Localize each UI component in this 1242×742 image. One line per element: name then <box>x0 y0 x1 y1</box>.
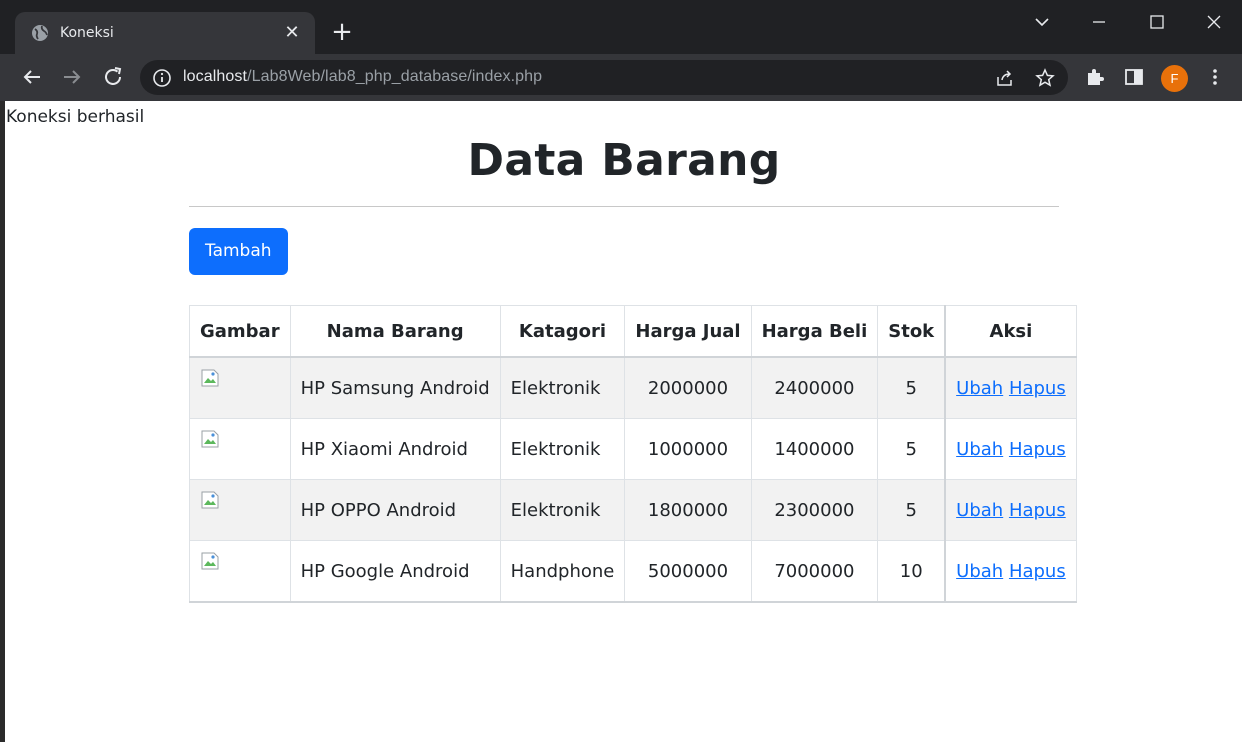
table-row: HP Samsung Android Elektronik 2000000 24… <box>189 356 1077 419</box>
cell-aksi: Ubah Hapus <box>944 356 1077 419</box>
items-table: Gambar Nama Barang Katagori Harga Jual H… <box>189 305 1077 603</box>
delete-link[interactable]: Hapus <box>1009 561 1066 582</box>
table-row: HP OPPO Android Elektronik 1800000 23000… <box>189 479 1077 541</box>
cell-harga-jual: 1800000 <box>624 479 752 541</box>
extensions-puzzle-icon[interactable] <box>1084 66 1106 88</box>
header-aksi: Aksi <box>944 305 1077 358</box>
kebab-menu-icon[interactable] <box>1204 66 1226 88</box>
cell-aksi: Ubah Hapus <box>944 540 1077 603</box>
image-cell <box>189 540 291 603</box>
cell-stok: 5 <box>877 356 946 419</box>
cell-stok: 10 <box>877 540 946 603</box>
minimize-icon[interactable] <box>1087 10 1111 34</box>
tab-search-chevron-icon[interactable] <box>1030 10 1054 34</box>
url-host: localhost <box>183 68 248 85</box>
cell-nama: HP Xiaomi Android <box>289 418 501 480</box>
cell-kategori: Elektronik <box>499 418 626 480</box>
cell-stok: 5 <box>877 479 946 541</box>
header-harga-jual: Harga Jual <box>624 305 752 358</box>
table-row: HP Google Android Handphone 5000000 7000… <box>189 540 1077 603</box>
header-stok: Stok <box>877 305 946 358</box>
globe-icon <box>32 25 48 41</box>
back-arrow-icon[interactable] <box>20 65 44 89</box>
cell-harga-jual: 1000000 <box>624 418 752 480</box>
tab-close-icon[interactable]: ✕ <box>283 24 301 42</box>
cell-aksi: Ubah Hapus <box>944 418 1077 480</box>
image-cell <box>189 418 291 480</box>
cell-kategori: Handphone <box>499 540 626 603</box>
url-path: /Lab8Web/lab8_php_database/index.php <box>247 68 543 85</box>
cell-harga-jual: 5000000 <box>624 540 752 603</box>
title-divider <box>189 206 1059 207</box>
url-text[interactable]: localhost/Lab8Web/lab8_php_database/inde… <box>183 68 542 86</box>
cell-harga-jual: 2000000 <box>624 356 752 419</box>
delete-link[interactable]: Hapus <box>1009 500 1066 521</box>
maximize-icon[interactable] <box>1145 10 1169 34</box>
image-cell <box>189 356 291 419</box>
cell-harga-beli: 2300000 <box>750 479 879 541</box>
browser-titlebar: Koneksi ✕ + <box>0 0 1242 54</box>
cell-harga-beli: 2400000 <box>750 356 879 419</box>
cell-harga-beli: 7000000 <box>750 540 879 603</box>
header-nama-barang: Nama Barang <box>289 305 501 358</box>
profile-avatar[interactable]: F <box>1161 65 1188 92</box>
address-bar[interactable]: localhost/Lab8Web/lab8_php_database/inde… <box>140 60 1068 95</box>
table-row: HP Xiaomi Android Elektronik 1000000 140… <box>189 418 1077 480</box>
cell-kategori: Elektronik <box>499 356 626 419</box>
close-window-icon[interactable] <box>1202 10 1226 34</box>
cell-nama: HP OPPO Android <box>289 479 501 541</box>
delete-link[interactable]: Hapus <box>1009 378 1066 399</box>
add-item-button[interactable]: Tambah <box>189 228 288 275</box>
share-icon[interactable] <box>995 68 1015 88</box>
page-title: Data Barang <box>467 135 781 186</box>
main-container: Data Barang Tambah Gambar Nama Barang Ka… <box>189 131 1077 603</box>
side-panel-icon[interactable] <box>1123 66 1145 88</box>
reload-icon[interactable] <box>101 65 125 89</box>
forward-arrow-icon[interactable] <box>60 65 84 89</box>
browser-toolbar: localhost/Lab8Web/lab8_php_database/inde… <box>0 54 1242 101</box>
edit-link[interactable]: Ubah <box>956 500 1003 521</box>
broken-image-icon <box>201 430 219 448</box>
broken-image-icon <box>201 369 219 387</box>
delete-link[interactable]: Hapus <box>1009 439 1066 460</box>
cell-harga-beli: 1400000 <box>750 418 879 480</box>
header-harga-beli: Harga Beli <box>750 305 879 358</box>
bookmark-star-icon[interactable] <box>1035 68 1055 88</box>
tab-title: Koneksi <box>60 25 114 41</box>
broken-image-icon <box>201 552 219 570</box>
page-viewport: Koneksi berhasil Data Barang Tambah Gamb… <box>5 101 1242 742</box>
cell-kategori: Elektronik <box>499 479 626 541</box>
info-icon[interactable] <box>152 68 172 88</box>
header-gambar: Gambar <box>189 305 291 358</box>
cell-stok: 5 <box>877 418 946 480</box>
header-kategori: Katagori <box>499 305 626 358</box>
edit-link[interactable]: Ubah <box>956 378 1003 399</box>
edit-link[interactable]: Ubah <box>956 439 1003 460</box>
edit-link[interactable]: Ubah <box>956 561 1003 582</box>
connection-status-text: Koneksi berhasil <box>6 107 145 127</box>
table-header-row: Gambar Nama Barang Katagori Harga Jual H… <box>189 305 1077 358</box>
broken-image-icon <box>201 491 219 509</box>
cell-nama: HP Samsung Android <box>289 356 501 419</box>
cell-aksi: Ubah Hapus <box>944 479 1077 541</box>
new-tab-plus-icon[interactable]: + <box>328 19 356 47</box>
cell-nama: HP Google Android <box>289 540 501 603</box>
browser-tab-active[interactable]: Koneksi ✕ <box>15 12 315 54</box>
image-cell <box>189 479 291 541</box>
